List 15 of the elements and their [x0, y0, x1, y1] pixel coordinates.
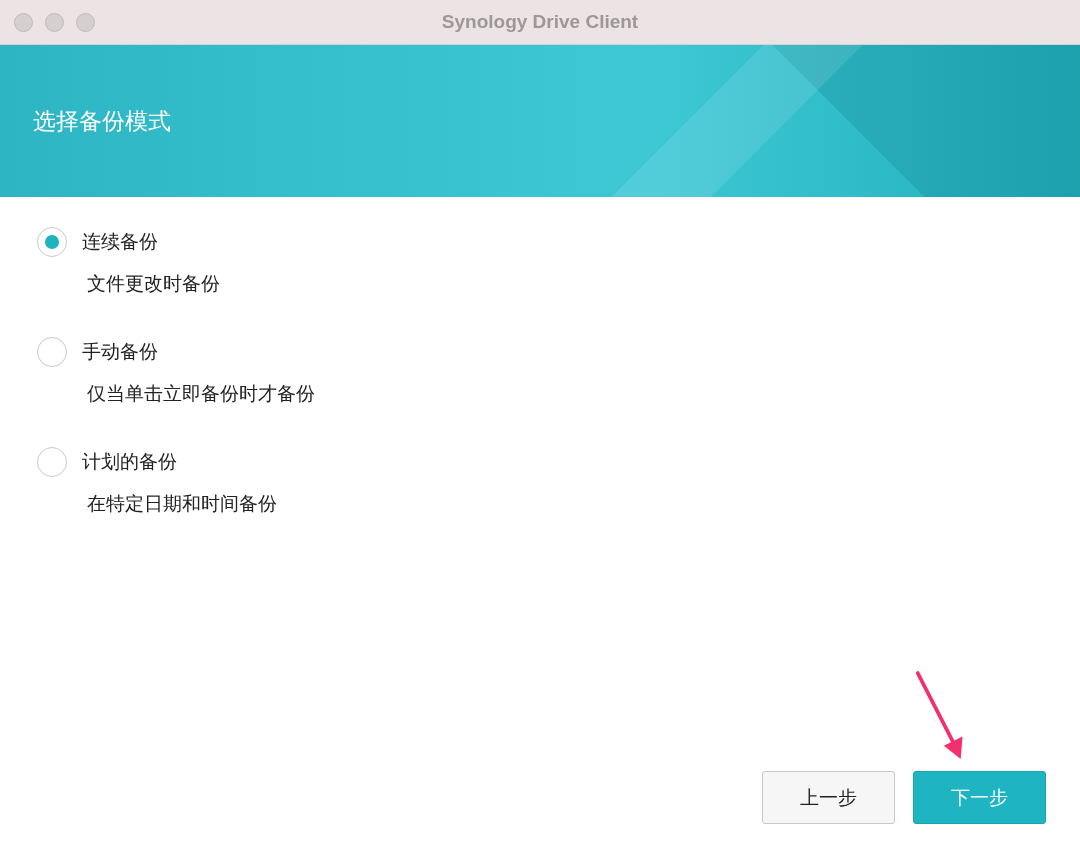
option-description: 在特定日期和时间备份	[86, 491, 278, 516]
option-label[interactable]: 手动备份	[82, 339, 158, 365]
window-title: Synology Drive Client	[441, 11, 639, 33]
radio-button[interactable]	[37, 227, 67, 257]
option-label[interactable]: 计划的备份	[82, 449, 177, 475]
back-button[interactable]: 上一步	[762, 771, 895, 824]
window-control-icon[interactable]	[45, 12, 64, 32]
option-label[interactable]: 连续备份	[82, 229, 158, 255]
option-description: 仅当单击立即备份时才备份	[86, 381, 316, 406]
window-control-icon[interactable]	[76, 12, 95, 32]
radio-button[interactable]	[37, 337, 67, 367]
radio-button[interactable]	[37, 447, 67, 477]
page-title: 选择备份模式	[33, 106, 171, 136]
window-control-icon[interactable]	[14, 12, 33, 32]
option-description: 文件更改时备份	[86, 271, 221, 296]
